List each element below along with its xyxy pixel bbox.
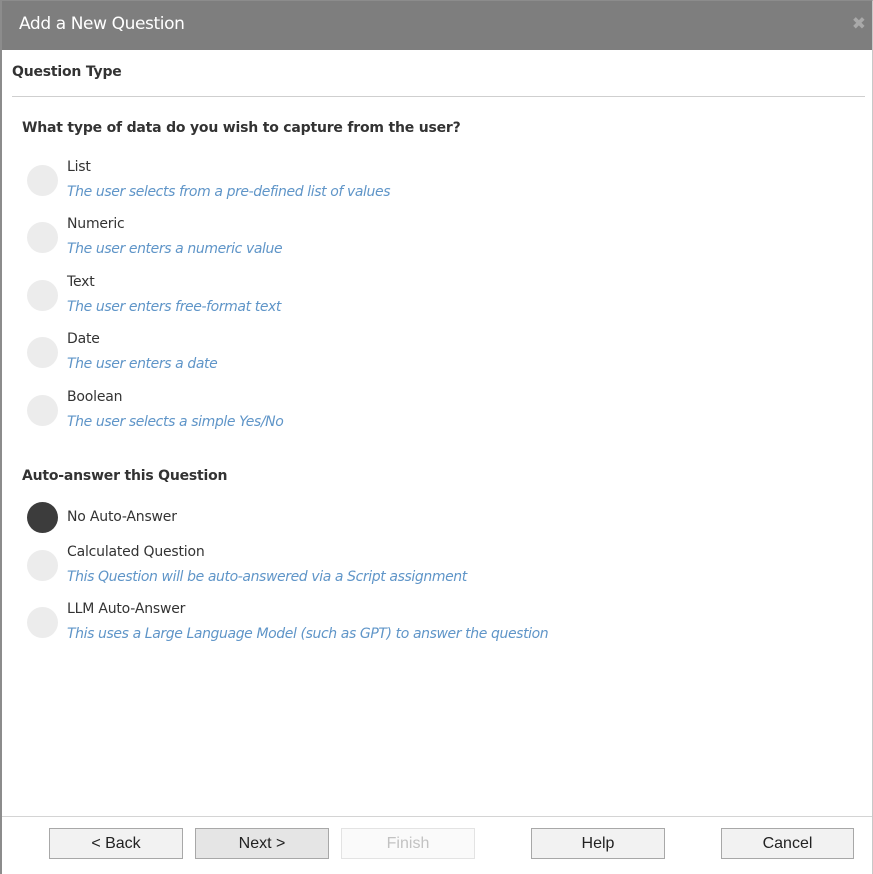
radio-option-list[interactable]: List The user selects from a pre-defined… [26, 159, 846, 205]
radio-option-text[interactable]: Text The user enters free-format text [26, 274, 846, 320]
cancel-button[interactable]: Cancel [721, 828, 854, 859]
radio-button-text[interactable] [27, 280, 58, 311]
finish-button: Finish [341, 828, 475, 859]
radio-button-calculated[interactable] [27, 550, 58, 581]
option-description-boolean: The user selects a simple Yes/No [67, 414, 284, 430]
section-divider [12, 96, 865, 97]
next-button[interactable]: Next > [195, 828, 329, 859]
option-description-numeric: The user enters a numeric value [67, 241, 283, 257]
option-label-list: List [67, 159, 91, 175]
radio-button-list[interactable] [27, 165, 58, 196]
section-title: Question Type [12, 64, 122, 80]
radio-button-numeric[interactable] [27, 222, 58, 253]
radio-option-calculated[interactable]: Calculated Question This Question will b… [26, 544, 846, 590]
radio-option-boolean[interactable]: Boolean The user selects a simple Yes/No [26, 389, 846, 435]
dialog-title: Add a New Question [19, 14, 185, 34]
radio-option-numeric[interactable]: Numeric The user enters a numeric value [26, 216, 846, 262]
option-label-no-auto-answer: No Auto-Answer [67, 509, 177, 525]
footer-divider [2, 816, 872, 817]
option-description-list: The user selects from a pre-defined list… [67, 184, 391, 200]
data-type-heading: What type of data do you wish to capture… [22, 120, 461, 136]
help-button[interactable]: Help [531, 828, 665, 859]
radio-option-no-auto-answer[interactable]: No Auto-Answer [26, 502, 846, 539]
radio-option-llm-auto-answer[interactable]: LLM Auto-Answer This uses a Large Langua… [26, 601, 846, 647]
back-button[interactable]: < Back [49, 828, 183, 859]
radio-button-no-auto-answer[interactable] [27, 502, 58, 533]
option-label-date: Date [67, 331, 100, 347]
option-label-numeric: Numeric [67, 216, 125, 232]
option-label-calculated: Calculated Question [67, 544, 205, 560]
radio-button-boolean[interactable] [27, 395, 58, 426]
option-description-text: The user enters free-format text [67, 299, 282, 315]
option-description-date: The user enters a date [67, 356, 218, 372]
auto-answer-heading: Auto-answer this Question [22, 468, 228, 484]
radio-button-llm-auto-answer[interactable] [27, 607, 58, 638]
option-description-llm-auto-answer: This uses a Large Language Model (such a… [67, 626, 549, 642]
close-icon[interactable]: ✖ [852, 14, 866, 34]
add-question-dialog: Add a New Question ✖ Question Type What … [0, 0, 873, 874]
option-description-calculated: This Question will be auto-answered via … [67, 569, 467, 585]
option-label-text: Text [67, 274, 95, 290]
dialog-titlebar[interactable]: Add a New Question ✖ [2, 1, 872, 50]
option-label-boolean: Boolean [67, 389, 123, 405]
option-label-llm-auto-answer: LLM Auto-Answer [67, 601, 186, 617]
radio-option-date[interactable]: Date The user enters a date [26, 331, 846, 377]
radio-button-date[interactable] [27, 337, 58, 368]
